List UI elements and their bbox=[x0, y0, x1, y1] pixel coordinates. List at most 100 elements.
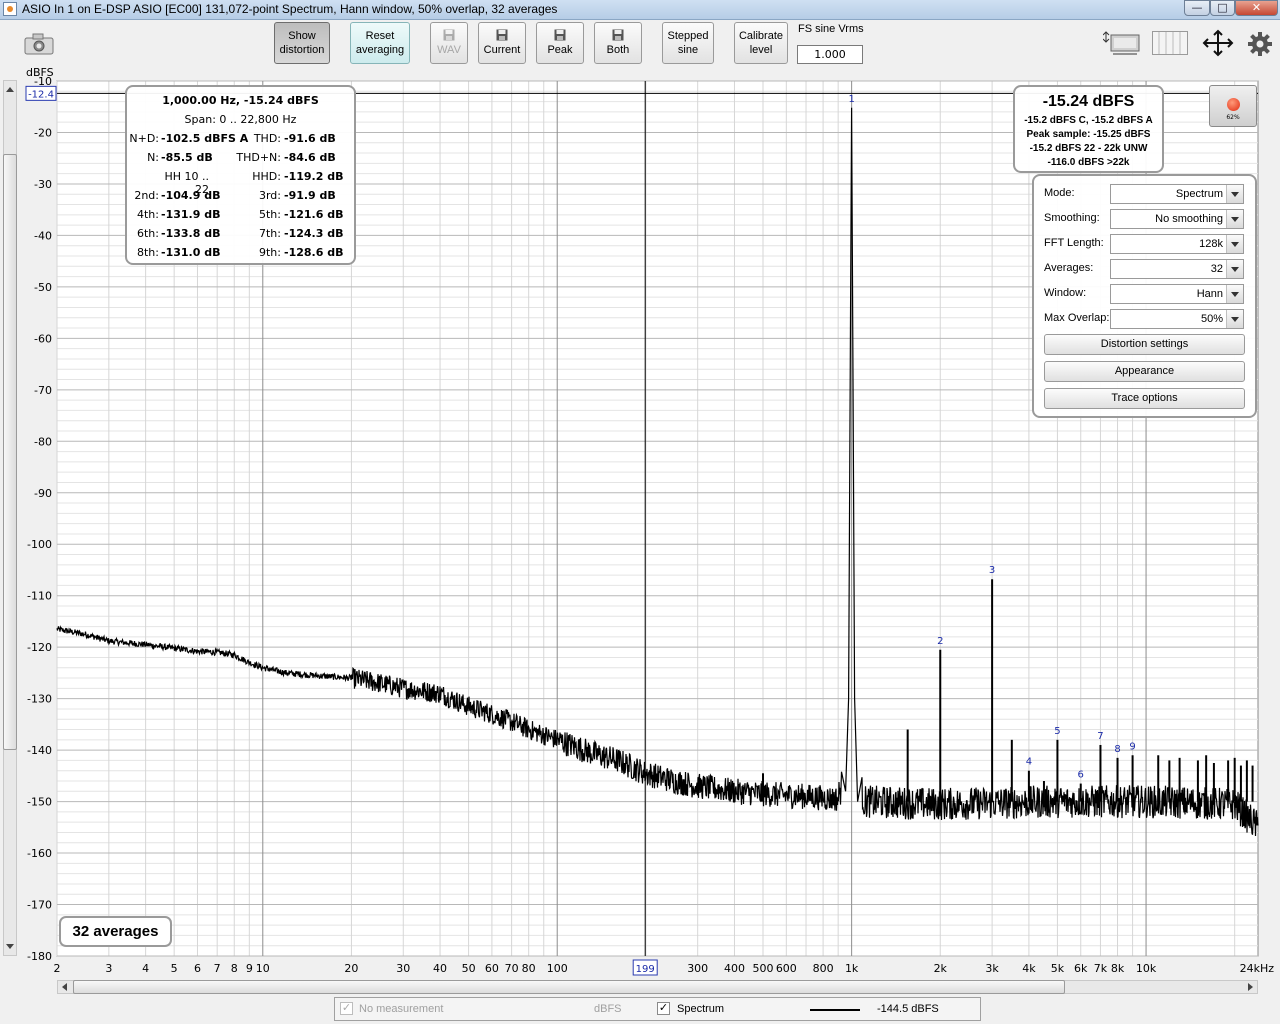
harmonic-label: 7 bbox=[1097, 731, 1103, 742]
settings-label: FFT Length: bbox=[1044, 237, 1104, 249]
settings-label: Smoothing: bbox=[1044, 212, 1100, 224]
distortion-label: THD+N: bbox=[236, 151, 281, 164]
distortion-label: THD: bbox=[253, 132, 281, 145]
y-tick-label: -80 bbox=[34, 435, 52, 448]
x-tick-label: 500 bbox=[753, 962, 774, 975]
distortion-value: -91.9 dB bbox=[284, 189, 336, 202]
peak-line-weighted: -15.2 dBFS C, -15.2 dBFS A bbox=[1024, 115, 1153, 126]
y-tick-label: -40 bbox=[34, 229, 52, 242]
settings-dropdown[interactable]: No smoothing bbox=[1110, 209, 1244, 229]
distortion-label: 5th: bbox=[259, 208, 281, 221]
chevron-down-icon[interactable] bbox=[1226, 235, 1243, 253]
distortion-value: -84.6 dB bbox=[284, 151, 336, 164]
y-tick-label: -150 bbox=[27, 796, 52, 809]
settings-value: No smoothing bbox=[1155, 213, 1223, 225]
distortion-value: -121.6 dB bbox=[284, 208, 344, 221]
settings-dropdown[interactable]: 50% bbox=[1110, 309, 1244, 329]
distortion-label: 8th: bbox=[137, 246, 159, 259]
y-tick-label: -60 bbox=[34, 332, 52, 345]
settings-row: Max Overlap: 50% bbox=[1044, 309, 1247, 329]
appearance-button[interactable]: Appearance bbox=[1044, 361, 1245, 382]
x-tick-label: 6k bbox=[1074, 962, 1088, 975]
settings-dropdown[interactable]: Spectrum bbox=[1110, 184, 1244, 204]
x-tick-label: 5 bbox=[171, 962, 178, 975]
distortion-label: HHD: bbox=[252, 170, 281, 183]
no-measurement-label: No measurement bbox=[359, 1003, 444, 1015]
cursor-y-label: -12.4 bbox=[28, 89, 54, 100]
settings-value: 32 bbox=[1210, 263, 1223, 275]
x-tick-label: 10k bbox=[1136, 962, 1157, 975]
chevron-down-icon[interactable] bbox=[1226, 310, 1243, 328]
x-tick-label: 50 bbox=[462, 962, 476, 975]
settings-value: Hann bbox=[1196, 288, 1223, 300]
settings-dropdown[interactable]: Hann bbox=[1110, 284, 1244, 304]
record-button[interactable]: 62% bbox=[1209, 85, 1257, 127]
trace-options-button[interactable]: Trace options bbox=[1044, 388, 1245, 409]
distortion-label: 9th: bbox=[259, 246, 281, 259]
distortion-value: -85.5 dB bbox=[161, 151, 213, 164]
chevron-down-icon[interactable] bbox=[1226, 260, 1243, 278]
x-tick-label: 7 bbox=[214, 962, 221, 975]
peak-line-sample: Peak sample: -15.25 dBFS bbox=[1026, 129, 1151, 140]
y-tick-label: -20 bbox=[34, 126, 52, 139]
harmonic-label: 8 bbox=[1114, 744, 1120, 755]
x-tick-label: 24kHz bbox=[1240, 962, 1275, 975]
chevron-down-icon[interactable] bbox=[1226, 185, 1243, 203]
x-tick-label: 5k bbox=[1051, 962, 1065, 975]
x-tick-label: 600 bbox=[776, 962, 797, 975]
x-tick-label: 4k bbox=[1022, 962, 1036, 975]
horizontal-scrollbar-thumb[interactable] bbox=[73, 980, 1065, 994]
y-tick-label: -180 bbox=[27, 950, 52, 963]
y-tick-label: -130 bbox=[27, 693, 52, 706]
y-tick-label: -110 bbox=[27, 590, 52, 603]
y-tick-label: -30 bbox=[34, 178, 52, 191]
x-tick-label: 3k bbox=[985, 962, 999, 975]
settings-row: FFT Length: 128k bbox=[1044, 234, 1247, 254]
distortion-value: -131.0 dB bbox=[161, 246, 221, 259]
x-tick-label: 1k bbox=[845, 962, 859, 975]
chevron-down-icon[interactable] bbox=[1226, 210, 1243, 228]
y-tick-label: -140 bbox=[27, 744, 52, 757]
y-tick-label: -170 bbox=[27, 899, 52, 912]
harmonic-label: 2 bbox=[937, 636, 943, 647]
distortion-label: 7th: bbox=[259, 227, 281, 240]
no-measurement-checkbox[interactable]: ✓ bbox=[340, 1002, 353, 1015]
harmonic-label: 6 bbox=[1078, 770, 1084, 781]
spectrum-checkbox[interactable]: ✓ bbox=[657, 1002, 670, 1015]
x-tick-label: 8k bbox=[1111, 962, 1125, 975]
record-percent: 62% bbox=[1226, 114, 1240, 121]
scroll-right-icon[interactable] bbox=[1244, 981, 1256, 993]
x-tick-label: 800 bbox=[813, 962, 834, 975]
distortion-value: -91.6 dB bbox=[284, 132, 336, 145]
distortion-row: N+D: -102.5 dBFS A THD: -91.6 dB bbox=[127, 132, 354, 150]
distortion-value: -119.2 dB bbox=[284, 170, 344, 183]
spectrum-label: Spectrum bbox=[677, 1003, 725, 1015]
settings-value: 50% bbox=[1200, 313, 1223, 325]
x-tick-label: 2 bbox=[54, 962, 61, 975]
x-tick-label: 9 bbox=[246, 962, 253, 975]
harmonic-label: 5 bbox=[1054, 726, 1060, 737]
x-tick-label: 70 bbox=[505, 962, 519, 975]
peak-level-main: -15.24 dBFS bbox=[1042, 93, 1135, 110]
distortion-row: HH 10 .. 22 HHD: -119.2 dB bbox=[127, 170, 354, 196]
distortion-label: N: bbox=[147, 151, 159, 164]
x-tick-label: 400 bbox=[724, 962, 745, 975]
settings-dropdown[interactable]: 128k bbox=[1110, 234, 1244, 254]
distortion-value: -131.9 dB bbox=[161, 208, 221, 221]
trace-legend: ✓ No measurement dBFS ✓ Spectrum -144.5 … bbox=[334, 997, 981, 1021]
settings-label: Mode: bbox=[1044, 187, 1075, 199]
distortion-label: 3rd: bbox=[258, 189, 281, 202]
no-measurement-unit: dBFS bbox=[594, 1003, 622, 1015]
distortion-row: N: -85.5 dB THD+N: -84.6 dB bbox=[127, 151, 354, 169]
x-tick-label: 100 bbox=[547, 962, 568, 975]
x-tick-label: 4 bbox=[142, 962, 149, 975]
distortion-row: 6th: -133.8 dB 7th: -124.3 dB bbox=[127, 227, 354, 245]
y-tick-label: -160 bbox=[27, 847, 52, 860]
distortion-settings-button[interactable]: Distortion settings bbox=[1044, 334, 1245, 355]
scroll-left-icon[interactable] bbox=[59, 981, 71, 993]
distortion-label: N+D: bbox=[129, 132, 159, 145]
chevron-down-icon[interactable] bbox=[1226, 285, 1243, 303]
distortion-value: -104.9 dB bbox=[161, 189, 221, 202]
settings-panel: Mode: Spectrum Smoothing: No smoothing FFT L… bbox=[1032, 174, 1257, 418]
settings-dropdown[interactable]: 32 bbox=[1110, 259, 1244, 279]
